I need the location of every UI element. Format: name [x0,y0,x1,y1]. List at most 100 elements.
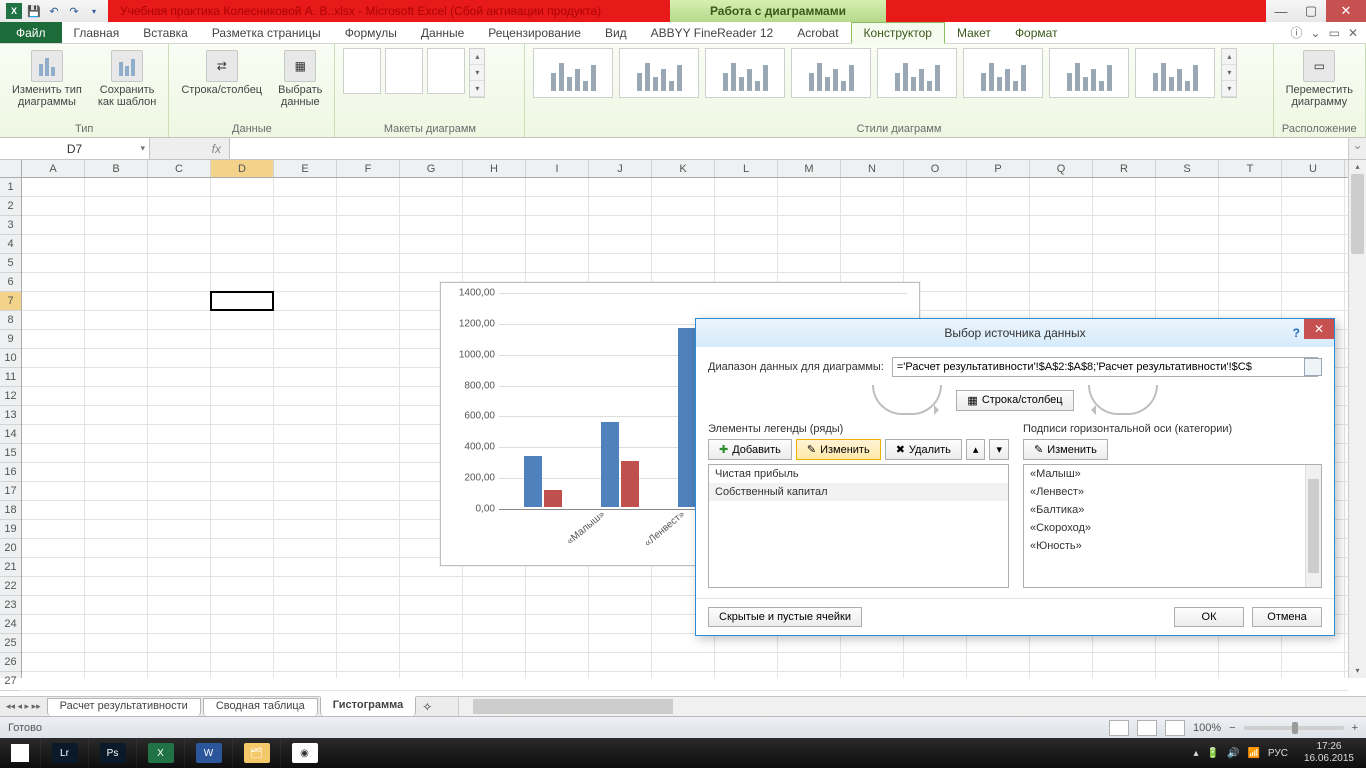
column-header[interactable]: H [463,160,526,177]
chart-styles-more-button[interactable]: ▴▾▾ [1221,48,1237,98]
cancel-button[interactable]: Отмена [1252,607,1322,627]
column-header[interactable]: M [778,160,841,177]
vertical-scrollbar[interactable]: ▴ ▾ [1348,160,1366,678]
row-header[interactable]: 13 [0,406,21,425]
zoom-slider[interactable] [1244,726,1344,730]
taskbar-app-chrome[interactable]: ◉ [280,738,328,768]
save-as-template-button[interactable]: Сохранить как шаблон [94,48,161,110]
row-header[interactable]: 17 [0,482,21,501]
move-down-button[interactable]: ▾ [989,439,1009,460]
row-header[interactable]: 14 [0,425,21,444]
scrollbar-thumb[interactable] [1351,174,1364,254]
tab-abbyy[interactable]: ABBYY FineReader 12 [639,22,786,43]
zoom-in-button[interactable]: + [1352,722,1358,734]
ribbon-min-icon[interactable]: ⓘ [1291,24,1303,41]
tab-layout[interactable]: Макет [945,22,1003,43]
tray-icon[interactable]: 🔊 [1227,748,1239,759]
row-header[interactable]: 23 [0,596,21,615]
taskbar-app-explorer[interactable]: 🗂 [232,738,280,768]
sheet-tab[interactable]: Гистограмма [320,696,416,716]
column-header[interactable]: F [337,160,400,177]
formula-input[interactable] [230,138,1348,159]
move-up-button[interactable]: ▴ [966,439,986,460]
category-list-item[interactable]: «Юность» [1024,537,1321,555]
row-header[interactable]: 24 [0,615,21,634]
chevron-down-icon[interactable]: ▾ [140,143,145,154]
column-header[interactable]: D [211,160,274,177]
scroll-up-icon[interactable]: ▴ [1349,160,1366,174]
row-header[interactable]: 18 [0,501,21,520]
layouts-more-button[interactable]: ▴▾▾ [469,48,485,98]
fx-button[interactable]: fx [150,138,230,159]
hidden-empty-cells-button[interactable]: Скрытые и пустые ячейки [708,607,862,627]
column-header[interactable]: G [400,160,463,177]
select-data-button[interactable]: ▦ Выбрать данные [274,48,326,110]
save-icon[interactable]: 💾 [26,3,42,19]
tab-review[interactable]: Рецензирование [476,22,593,43]
chart-style-option[interactable] [533,48,613,98]
tab-view[interactable]: Вид [593,22,639,43]
row-header[interactable]: 11 [0,368,21,387]
chart-style-option[interactable] [963,48,1043,98]
column-header[interactable]: N [841,160,904,177]
move-chart-button[interactable]: ▭ Переместить диаграмму [1282,48,1357,110]
row-header[interactable]: 7 [0,292,21,311]
workbook-min-icon[interactable]: ▭ [1329,26,1340,40]
tab-page-layout[interactable]: Разметка страницы [200,22,333,43]
scroll-down-icon[interactable]: ▾ [1349,664,1366,678]
taskbar-app-word[interactable]: W [184,738,232,768]
tray-icon[interactable]: 📶 [1247,748,1259,759]
column-header[interactable]: A [22,160,85,177]
sheet-tab[interactable]: Расчет результативности [47,698,201,716]
listbox-scrollbar[interactable] [1305,465,1321,587]
series-listbox[interactable]: Чистая прибыльСобственный капитал [708,464,1009,588]
dialog-close-button[interactable]: ✕ [1304,319,1334,339]
change-chart-type-button[interactable]: Изменить тип диаграммы [8,48,86,110]
new-sheet-button[interactable]: ✧ [416,697,438,716]
chart-style-option[interactable] [1049,48,1129,98]
zoom-out-button[interactable]: − [1229,722,1235,734]
column-header[interactable]: K [652,160,715,177]
row-header[interactable]: 27 [0,672,21,691]
row-header[interactable]: 1 [0,178,21,197]
row-header[interactable]: 9 [0,330,21,349]
series-list-item[interactable]: Чистая прибыль [709,465,1008,483]
edit-categories-button[interactable]: ✎Изменить [1023,439,1108,460]
active-cell[interactable] [210,291,274,311]
row-header[interactable]: 12 [0,387,21,406]
start-button[interactable] [0,738,40,768]
undo-icon[interactable]: ↶ [46,3,62,19]
column-header[interactable]: Q [1030,160,1093,177]
column-header[interactable]: O [904,160,967,177]
chart-style-option[interactable] [877,48,957,98]
column-header[interactable]: I [526,160,589,177]
ribbon-help-icon[interactable]: ⌄ [1311,26,1321,40]
row-header[interactable]: 5 [0,254,21,273]
tab-home[interactable]: Главная [62,22,132,43]
add-series-button[interactable]: ✚Добавить [708,439,792,460]
chart-style-option[interactable] [791,48,871,98]
categories-listbox[interactable]: «Малыш»«Ленвест»«Балтика»«Скороход»«Юнос… [1023,464,1322,588]
category-list-item[interactable]: «Скороход» [1024,519,1321,537]
taskbar-clock[interactable]: 17:2616.06.2015 [1296,741,1362,765]
row-headers[interactable]: 1234567891011121314151617181920212223242… [0,178,22,678]
chart-layout-option[interactable] [385,48,423,94]
maximize-button[interactable]: ▢ [1296,0,1326,22]
formula-expand-icon[interactable]: ⌄ [1348,138,1366,159]
tab-acrobat[interactable]: Acrobat [785,22,850,43]
tray-lang[interactable]: РУС [1268,748,1288,759]
category-list-item[interactable]: «Малыш» [1024,465,1321,483]
sheet-tab[interactable]: Сводная таблица [203,698,318,716]
taskbar-app-excel[interactable]: X [136,738,184,768]
horizontal-scrollbar[interactable] [458,697,1366,716]
tab-format[interactable]: Формат [1003,22,1070,43]
row-header[interactable]: 10 [0,349,21,368]
dialog-help-icon[interactable]: ? [1293,326,1300,340]
select-all-corner[interactable] [0,160,22,178]
column-header[interactable]: P [967,160,1030,177]
system-tray[interactable]: ▴ 🔋 🔊 📶 РУС 17:2616.06.2015 [1194,741,1366,765]
edit-series-button[interactable]: ✎Изменить [796,439,881,460]
page-break-view-button[interactable] [1165,720,1185,736]
column-header[interactable]: U [1282,160,1345,177]
remove-series-button[interactable]: ✖Удалить [885,439,962,460]
